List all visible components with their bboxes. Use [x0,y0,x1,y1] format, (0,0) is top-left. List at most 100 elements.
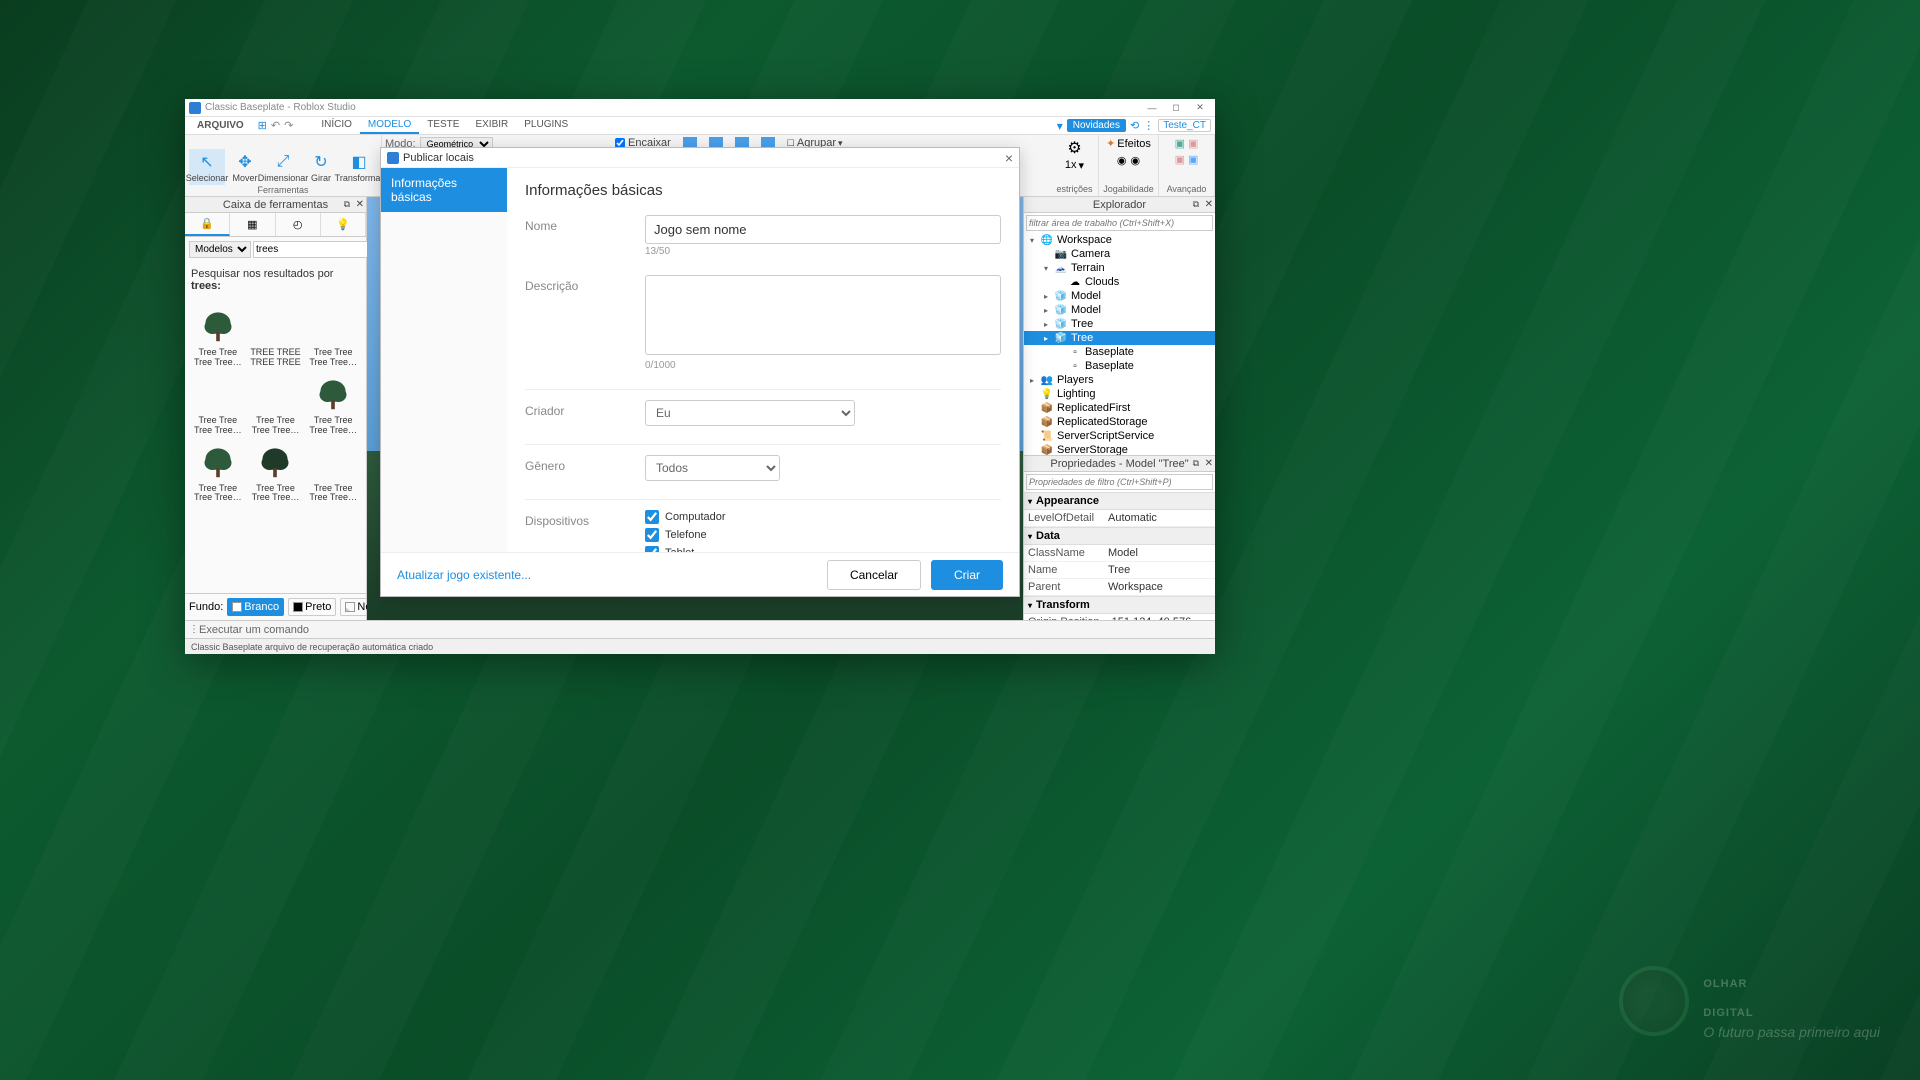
create-button[interactable]: Criar [931,560,1003,590]
prop-section-data[interactable]: ▾Data [1024,527,1215,545]
toolbox-header: Caixa de ferramentas ⧉ ✕ [185,197,366,213]
qat-icon[interactable]: ↶ [271,119,280,132]
explorer-header: Explorador ⧉ ✕ [1024,197,1215,213]
properties-filter-input[interactable] [1026,474,1213,490]
toolbox-item[interactable]: Tree TreeTree Tree… [249,440,303,504]
cancel-button[interactable]: Cancelar [827,560,921,590]
close-icon[interactable]: ✕ [356,199,364,210]
teste-ct-badge[interactable]: Teste_CT [1158,119,1211,132]
description-label: Descrição [525,275,645,371]
menu-tab-início[interactable]: INÍCIO [313,117,360,134]
dialog-titlebar: Publicar locais × [381,148,1019,168]
explorer-node-serverscriptservice[interactable]: 📜ServerScriptService [1024,429,1215,443]
explorer-node-players[interactable]: ▸👥Players [1024,373,1215,387]
toolbox-item[interactable]: Tree TreeTree Tree… [306,372,360,436]
popout-icon[interactable]: ⧉ [1193,199,1199,210]
menu-tab-plugins[interactable]: PLUGINS [516,117,576,134]
adv-icon[interactable]: ▣ [1175,137,1185,150]
maximize-button[interactable]: ◻ [1165,101,1187,115]
explorer-node-lighting[interactable]: 💡Lighting [1024,387,1215,401]
prop-row[interactable]: ParentWorkspace [1024,579,1215,596]
update-existing-link[interactable]: Atualizar jogo existente... [397,568,531,582]
prop-row[interactable]: NameTree [1024,562,1215,579]
explorer-node-replicatedstorage[interactable]: 📦ReplicatedStorage [1024,415,1215,429]
tool-dimensionar[interactable]: ⤢Dimensionar [265,149,301,185]
prop-section-transform[interactable]: ▾Transform [1024,596,1215,614]
tool-girar[interactable]: ↻Girar [303,149,339,185]
toolbox-item[interactable]: Tree TreeTree Tree… [306,440,360,504]
genre-select[interactable]: Todos [645,455,780,481]
toolbox-tab-marketplace[interactable]: 🔒 [185,213,230,236]
prop-row[interactable]: ClassNameModel [1024,545,1215,562]
explorer-node-baseplate[interactable]: ▫Baseplate [1024,345,1215,359]
qat-icon[interactable]: ⊞ [258,119,267,132]
name-input[interactable] [645,215,1001,244]
device-telefone[interactable]: Telefone [645,528,1001,542]
menu-tab-exibir[interactable]: EXIBIR [467,117,516,134]
share-icon[interactable]: ⟲ [1130,119,1139,132]
explorer-node-model[interactable]: ▸🧊Model [1024,289,1215,303]
explorer-node-tree[interactable]: ▸🧊Tree [1024,331,1215,345]
adv-icon[interactable]: ▣ [1175,153,1185,166]
menu-tab-modelo[interactable]: MODELO [360,117,419,134]
qat-icon[interactable]: ↷ [284,119,293,132]
generic-ribbon-icon[interactable]: ⚙ [1064,137,1086,159]
search-message: Pesquisar nos resultados por trees: [185,262,366,298]
link-icon[interactable]: ⋮ [1143,119,1154,132]
bg-black-option[interactable]: Preto [288,598,336,616]
explorer-node-model[interactable]: ▸🧊Model [1024,303,1215,317]
effect-icon[interactable]: ◉ [1131,154,1141,167]
toolbox-item[interactable]: Tree TreeTree Tree… [191,440,245,504]
toolbox-item[interactable]: Tree TreeTree Tree… [191,304,245,368]
window-title: Classic Baseplate - Roblox Studio [205,102,1141,113]
adv-icon[interactable]: ▣ [1188,153,1198,166]
dialog-close-button[interactable]: × [1005,150,1013,166]
sidebar-tab-basic-info[interactable]: Informações básicas [381,168,507,212]
dialog-icon [387,152,399,164]
prop-section-appearance[interactable]: ▾Appearance [1024,492,1215,510]
toolbox-item[interactable]: Tree TreeTree Tree… [249,372,303,436]
command-bar[interactable]: ⋮ Executar um comando [185,620,1215,638]
explorer-node-terrain[interactable]: ▾🗻Terrain [1024,261,1215,275]
toolbox-item[interactable]: TREE TREETREE TREE [249,304,303,368]
creator-select[interactable]: Eu [645,400,855,426]
prop-row[interactable]: LevelOfDetailAutomatic [1024,510,1215,527]
explorer-node-serverstorage[interactable]: 📦ServerStorage [1024,443,1215,455]
explorer-node-baseplate[interactable]: ▫Baseplate [1024,359,1215,373]
device-computador[interactable]: Computador [645,510,1001,524]
toolbox-item[interactable]: Tree TreeTree Tree… [191,372,245,436]
tool-selecionar[interactable]: ↖Selecionar [189,149,225,185]
close-icon[interactable]: ✕ [1205,199,1213,210]
collapse-icon[interactable]: ▾ [1057,119,1063,133]
toolbox-tab-grid[interactable]: ▦ [230,213,275,236]
explorer-node-tree[interactable]: ▸🧊Tree [1024,317,1215,331]
app-icon [189,102,201,114]
explorer-node-workspace[interactable]: ▾🌐Workspace [1024,233,1215,247]
close-button[interactable]: ✕ [1189,101,1211,115]
popout-icon[interactable]: ⧉ [344,199,350,210]
explorer-filter-input[interactable] [1026,215,1213,231]
lock-icon: 🔒 [200,217,214,230]
grid-icon: ▦ [247,218,257,231]
menu-tab-teste[interactable]: TESTE [419,117,467,134]
popout-icon[interactable]: ⧉ [1193,458,1199,469]
effect-icon[interactable]: ◉ [1117,154,1127,167]
publish-dialog: Publicar locais × Informações básicas In… [380,147,1020,597]
background-selector: Fundo: Branco Preto Nenhum [185,593,366,620]
toolbox-tab-ideas[interactable]: 💡 [321,213,366,236]
explorer-node-clouds[interactable]: ☁Clouds [1024,275,1215,289]
menu-file[interactable]: ARQUIVO [189,118,252,133]
bulb-icon: 💡 [336,218,350,231]
explorer-node-replicatedfirst[interactable]: 📦ReplicatedFirst [1024,401,1215,415]
adv-icon[interactable]: ▣ [1188,137,1198,150]
tool-transformar[interactable]: ◧Transformar [341,149,377,185]
toolbox-item[interactable]: Tree TreeTree Tree… [306,304,360,368]
description-input[interactable] [645,275,1001,355]
novidades-button[interactable]: Novidades [1067,119,1126,132]
explorer-node-camera[interactable]: 📷Camera [1024,247,1215,261]
close-icon[interactable]: ✕ [1205,458,1213,469]
bg-white-option[interactable]: Branco [227,598,284,616]
toolbox-tab-recent[interactable]: ◴ [276,213,321,236]
category-select[interactable]: Modelos [189,241,251,258]
minimize-button[interactable]: — [1141,101,1163,115]
